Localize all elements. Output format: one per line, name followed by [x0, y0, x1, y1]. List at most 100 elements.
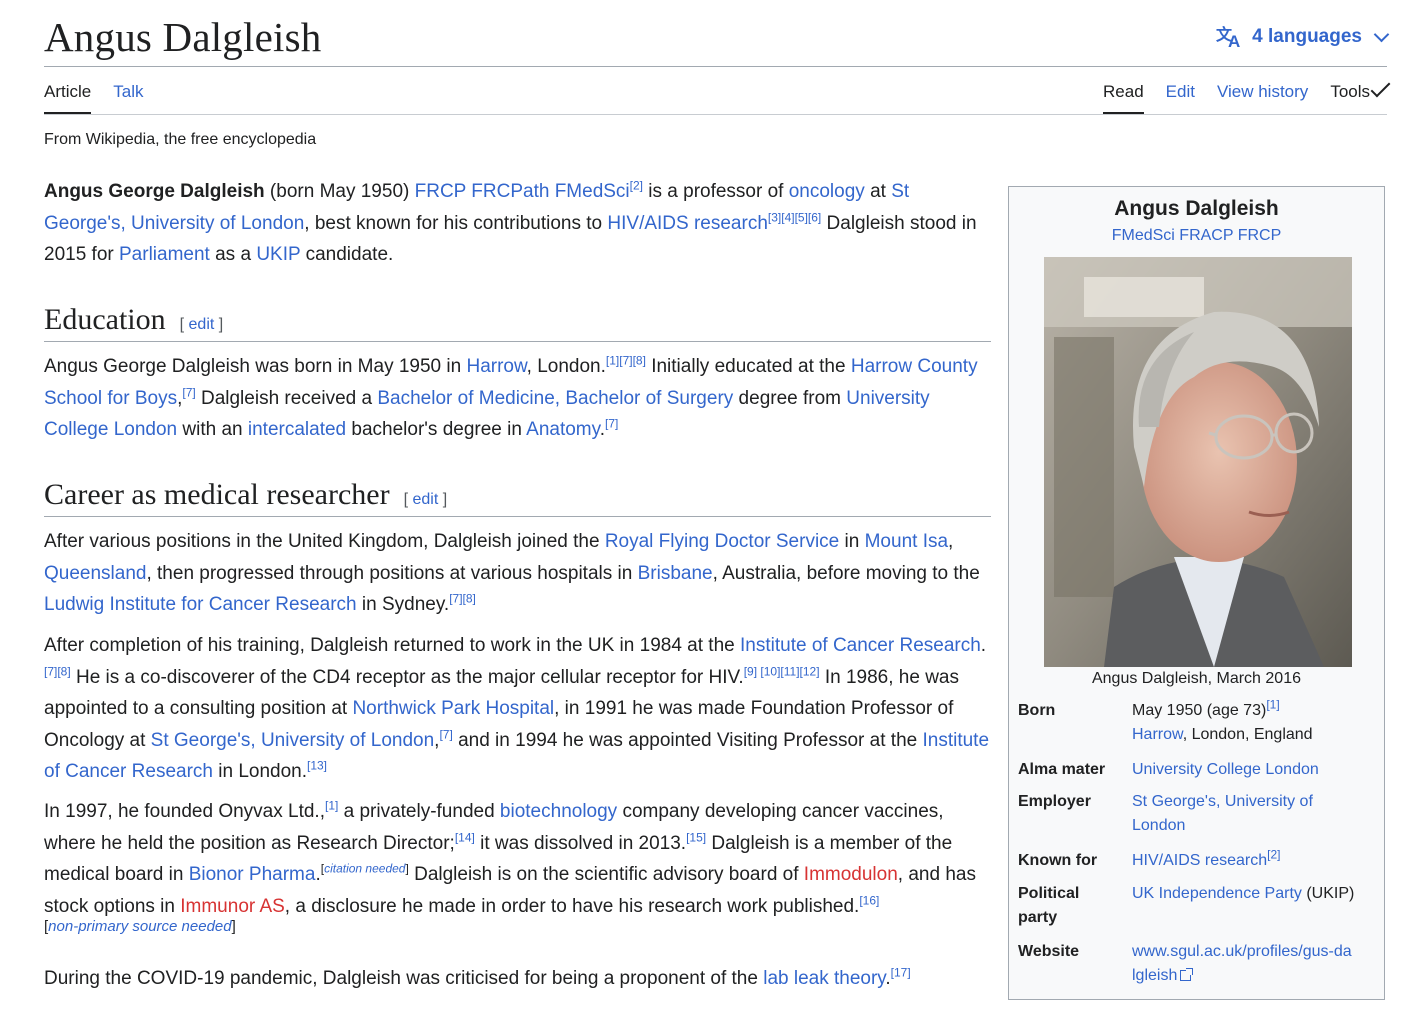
citation-ref[interactable]: [15]	[686, 830, 706, 844]
infobox-caption: Angus Dalgleish, March 2016	[1091, 670, 1301, 687]
tab-edit[interactable]: Edit	[1166, 82, 1195, 114]
citation-needed-link[interactable]: citation needed	[324, 862, 405, 876]
link-hiv-aids-research[interactable]: HIV/AIDS research	[607, 213, 768, 234]
link-northwick-park[interactable]: Northwick Park Hospital	[352, 698, 554, 719]
text: After completion of his training, Dalgle…	[44, 635, 740, 656]
infobox-title: Angus Dalgleish	[1114, 197, 1279, 220]
link-biotechnology[interactable]: biotechnology	[500, 801, 617, 822]
link-st-georges[interactable]: St George's, University of London	[1132, 793, 1313, 834]
link-mount-isa[interactable]: Mount Isa	[865, 531, 948, 552]
text: In 1997, he founded Onyvax Ltd.,	[44, 801, 325, 822]
link-ukip[interactable]: UKIP	[256, 244, 300, 265]
infobox-row-employer: Employer St George's, University of Lond…	[1018, 790, 1378, 842]
infobox-row-known-for: Known for HIV/AIDS research[2]	[1018, 849, 1378, 877]
link-mbbs[interactable]: Bachelor of Medicine, Bachelor of Surger…	[377, 388, 733, 409]
redlink-immodulon[interactable]: Immodulon	[804, 864, 898, 885]
text: , Australia, before moving to the	[712, 562, 980, 584]
text: and in 1994 he was appointed Visiting Pr…	[452, 729, 923, 751]
view-tabs: Read Edit View history Tools	[1103, 77, 1391, 114]
infobox-row-political-party: Political party UK Independence Party (U…	[1018, 882, 1378, 934]
heading-text: Career as medical researcher	[44, 478, 390, 511]
section-heading-career: Career as medical researcher [ edit ]	[44, 478, 991, 517]
link-postnominals[interactable]: FRCP FRCPath FMedSci	[415, 181, 630, 202]
citation-ref[interactable]: [7][8]	[449, 592, 476, 606]
citation-needed-tag: [citation needed]	[321, 862, 409, 876]
link-oncology[interactable]: oncology	[789, 181, 865, 202]
link-queensland[interactable]: Queensland	[44, 563, 146, 584]
citation-ref[interactable]: [1]	[1266, 698, 1279, 712]
infobox-postnominals[interactable]: FMedSci FRACP FRCP	[1009, 227, 1384, 245]
tabs-divider	[44, 114, 1387, 115]
alma-mater-label: Alma mater	[1018, 761, 1106, 778]
link-bionor-pharma[interactable]: Bionor Pharma	[189, 864, 316, 885]
citation-ref[interactable]: [17]	[891, 966, 911, 980]
heading-text: Education	[44, 303, 166, 336]
link-harrow[interactable]: Harrow	[466, 356, 526, 377]
bracket: ]	[231, 918, 236, 935]
redlink-immunor[interactable]: Immunor AS	[180, 896, 285, 917]
citation-ref[interactable]: [9]	[744, 664, 757, 678]
known-for-label: Known for	[1018, 852, 1098, 869]
tab-talk[interactable]: Talk	[113, 82, 143, 114]
text: with an	[177, 419, 248, 440]
text: bachelor's degree in	[346, 419, 527, 440]
link-anatomy[interactable]: Anatomy	[526, 419, 600, 440]
citation-ref[interactable]: [2]	[1267, 848, 1280, 862]
link-ukip[interactable]: UK Independence Party	[1132, 885, 1302, 902]
citation-ref[interactable]: [7]	[439, 727, 452, 741]
link-intercalated[interactable]: intercalated	[248, 419, 346, 440]
citation-ref[interactable]: [2]	[630, 179, 643, 193]
citation-ref[interactable]: [3][4][5][6]	[768, 210, 821, 224]
text: degree from	[733, 387, 847, 409]
section-heading-education: Education [ edit ]	[44, 303, 991, 342]
tab-view-history[interactable]: View history	[1217, 82, 1308, 114]
tools-menu[interactable]: Tools	[1330, 77, 1391, 114]
portrait-photo[interactable]	[1044, 257, 1352, 667]
link-harrow[interactable]: Harrow	[1132, 726, 1183, 743]
citation-ref[interactable]: [1]	[325, 799, 338, 813]
link-brisbane[interactable]: Brisbane	[638, 563, 713, 584]
external-link-icon	[1180, 968, 1194, 981]
political-party-label: Political party	[1018, 885, 1080, 926]
link-st-georges[interactable]: St George's, University of London	[151, 730, 435, 751]
text: candidate.	[300, 244, 394, 265]
tab-article[interactable]: Article	[44, 82, 92, 114]
text: , a disclosure he made in order to have …	[284, 895, 860, 917]
text: Dalgleish is on the scientific advisory …	[408, 864, 804, 885]
non-primary-source-link[interactable]: non-primary source needed	[48, 918, 231, 935]
citation-ref[interactable]: [7]	[182, 385, 195, 399]
citation-ref[interactable]: [7]	[605, 417, 618, 431]
citation-ref[interactable]: [10][11][12]	[757, 664, 819, 678]
text: After various positions in the United Ki…	[44, 531, 605, 552]
citation-ref[interactable]: [14]	[455, 830, 475, 844]
intro-paragraph: Angus George Dalgleish (born May 1950) F…	[44, 176, 991, 271]
link-hiv-aids-research[interactable]: HIV/AIDS research	[1132, 852, 1267, 869]
edit-section-link[interactable]: [ edit ]	[180, 316, 224, 333]
edit-section-link[interactable]: [ edit ]	[404, 491, 448, 508]
website-link[interactable]: www.sgul.ac.uk/profiles/gus-dalgleish	[1132, 943, 1352, 984]
chevron-down-icon	[1370, 77, 1391, 98]
text: in	[839, 531, 865, 552]
link-parliament[interactable]: Parliament	[119, 244, 210, 265]
link-institute-of-cancer-research[interactable]: Institute of Cancer Research	[740, 635, 981, 656]
tab-read[interactable]: Read	[1103, 82, 1144, 114]
citation-ref[interactable]: [1][7][8]	[606, 354, 646, 368]
citation-ref[interactable]: [7][8]	[44, 664, 71, 678]
citation-ref[interactable]: [16]	[859, 893, 879, 907]
link-lab-leak-theory[interactable]: lab leak theory	[763, 968, 885, 989]
languages-button[interactable]: 文 A 4 languages	[1216, 25, 1390, 49]
text: ,	[948, 531, 954, 552]
career-paragraph-2: After completion of his training, Dalgle…	[44, 630, 991, 788]
link-ucl[interactable]: University College London	[1132, 761, 1319, 778]
link-royal-flying-doctor[interactable]: Royal Flying Doctor Service	[605, 531, 839, 552]
text: , best known for his contributions to	[304, 212, 608, 234]
link-ludwig-institute[interactable]: Ludwig Institute for Cancer Research	[44, 594, 357, 615]
citation-ref[interactable]: [13]	[307, 759, 327, 773]
page-title: Angus Dalgleish	[44, 14, 322, 60]
party-abbrev: (UKIP)	[1301, 885, 1355, 902]
text: it was dissolved in 2013.	[474, 832, 687, 854]
edit-label[interactable]: edit	[413, 491, 439, 508]
translate-icon: 文 A	[1216, 25, 1240, 49]
text: (born May 1950)	[264, 181, 415, 202]
edit-label[interactable]: edit	[189, 316, 215, 333]
